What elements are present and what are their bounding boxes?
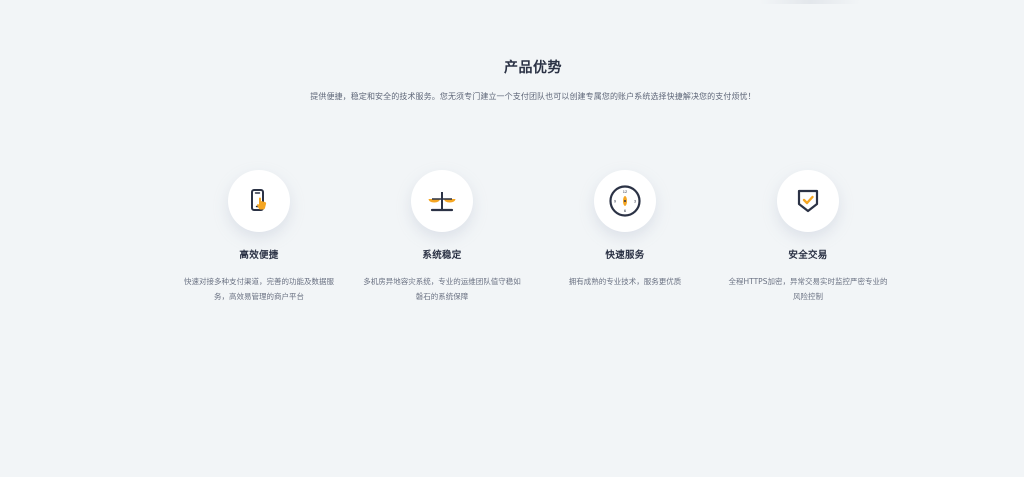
feature-description: 多机房异地容灾系统，专业的运维团队值守稳如磐石的系统保障 bbox=[363, 277, 521, 301]
feature-title: 高效便捷 bbox=[239, 250, 279, 261]
mobile-touch-icon bbox=[251, 189, 267, 211]
feature-description: 全程HTTPS加密，异常交易实时监控严密专业的风险控制 bbox=[728, 277, 888, 301]
feature-description: 快速对接多种支付渠道，完善的功能及数据服务，高效易管理的商户平台 bbox=[184, 277, 334, 301]
top-divider bbox=[760, 0, 860, 4]
feature-title: 快速服务 bbox=[605, 250, 645, 261]
features-list: 高效便捷 快速对接多种支付渠道，完善的功能及数据服务，高效易管理的商户平台 系统… bbox=[0, 170, 1024, 330]
svg-text:9: 9 bbox=[614, 198, 617, 203]
feature-icon-container bbox=[777, 170, 839, 232]
shield-check-icon bbox=[797, 189, 819, 213]
page: 产品优势 提供便捷，稳定和安全的技术服务。您无须专门建立一个支付团队也可以创建专… bbox=[0, 0, 1024, 477]
feature-stable: 系统稳定 多机房异地容灾系统，专业的运维团队值守稳如磐石的系统保障 bbox=[358, 170, 526, 304]
svg-text:3: 3 bbox=[634, 198, 637, 203]
clock-icon: 12 6 9 3 bbox=[609, 185, 641, 217]
feature-secure-transaction: 安全交易 全程HTTPS加密，异常交易实时监控严密专业的风险控制 bbox=[724, 170, 892, 304]
feature-efficient: 高效便捷 快速对接多种支付渠道，完善的功能及数据服务，高效易管理的商户平台 bbox=[175, 170, 343, 304]
feature-icon-container: 12 6 9 3 bbox=[594, 170, 656, 232]
svg-text:12: 12 bbox=[623, 189, 628, 194]
feature-title: 系统稳定 bbox=[422, 250, 462, 261]
svg-text:6: 6 bbox=[624, 208, 627, 213]
feature-title: 安全交易 bbox=[788, 250, 828, 261]
section-title: 产品优势 bbox=[504, 60, 562, 76]
feature-fast-service: 12 6 9 3 快速服务 拥有成熟的专业技术，服务更优质 bbox=[541, 170, 709, 289]
section-subtitle: 提供便捷，稳定和安全的技术服务。您无须专门建立一个支付团队也可以创建专属您的账户… bbox=[310, 92, 756, 101]
feature-icon-container bbox=[411, 170, 473, 232]
feature-icon-container bbox=[228, 170, 290, 232]
balance-scale-icon bbox=[428, 192, 456, 212]
feature-description: 拥有成熟的专业技术，服务更优质 bbox=[568, 277, 682, 286]
